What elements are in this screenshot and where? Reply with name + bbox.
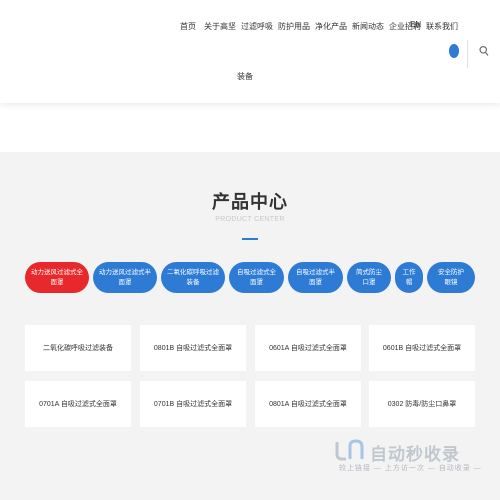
category-label: 安全防护 眼镜 bbox=[438, 268, 464, 286]
product-card[interactable]: 0701A 自吸过滤式全面罩 bbox=[25, 381, 131, 427]
main-nav: 首页 关于高坚 过滤呼吸 防护用品 净化产品 新闻动态 企业招聘 联系我们 EN bbox=[180, 20, 463, 32]
category-tab-safety-glasses[interactable]: 安全防护 眼镜 bbox=[427, 262, 475, 293]
header-divider bbox=[467, 40, 468, 68]
category-tab-dust-mask[interactable]: 简式防尘 口罩 bbox=[347, 262, 391, 293]
search-toggle-icon[interactable] bbox=[449, 44, 459, 58]
category-label: 动力送风过滤式全 面罩 bbox=[31, 268, 83, 286]
category-label: 简式防尘 口罩 bbox=[356, 268, 382, 286]
category-tab-powered-full-mask[interactable]: 动力送风过滤式全 面罩 bbox=[25, 262, 89, 293]
category-label: 二氧化碳呼吸过滤 装备 bbox=[167, 268, 219, 286]
product-card[interactable]: 0601A 自吸过滤式全面罩 bbox=[255, 325, 361, 371]
watermark-text: 自动秒收录 bbox=[370, 445, 460, 464]
category-label: 自吸过滤式全 面罩 bbox=[237, 268, 276, 286]
nav-item-equipment[interactable]: 装备 bbox=[237, 71, 253, 82]
search-icon[interactable] bbox=[479, 45, 489, 57]
product-card[interactable]: 0801A 自吸过滤式全面罩 bbox=[255, 381, 361, 427]
nav-item-home[interactable]: 首页 bbox=[180, 21, 196, 32]
category-tab-co2-filter-equipment[interactable]: 二氧化碳呼吸过滤 装备 bbox=[161, 262, 225, 293]
nav-item-protective-gear[interactable]: 防护用品 bbox=[278, 21, 310, 32]
category-label: 动力送风过滤式半 面罩 bbox=[99, 268, 151, 286]
category-tab-powered-half-mask[interactable]: 动力送风过滤式半 面罩 bbox=[93, 262, 157, 293]
language-switch[interactable]: EN bbox=[410, 20, 421, 29]
section-title: 产品中心 bbox=[212, 192, 288, 212]
watermark-logo-icon bbox=[335, 439, 364, 461]
nav-item-purification[interactable]: 净化产品 bbox=[315, 21, 347, 32]
nav-item-filter-respiratory[interactable]: 过滤呼吸 bbox=[241, 21, 273, 32]
category-tab-self-priming-half-mask[interactable]: 自吸过滤式半 面罩 bbox=[288, 262, 343, 293]
watermark-subtext: 较上链接 — 上方访一次 — 自动收录 — bbox=[339, 465, 482, 472]
nav-item-news[interactable]: 新闻动态 bbox=[352, 21, 384, 32]
section-subtitle: PRODUCT CENTER bbox=[215, 216, 285, 223]
product-card[interactable]: 0801B 自吸过滤式全面罩 bbox=[140, 325, 246, 371]
category-tab-self-priming-full-mask[interactable]: 自吸过滤式全 面罩 bbox=[229, 262, 284, 293]
site-header: 首页 关于高坚 过滤呼吸 防护用品 净化产品 新闻动态 企业招聘 联系我们 EN… bbox=[0, 0, 500, 103]
product-card[interactable]: 0302 防毒/防尘口鼻罩 bbox=[369, 381, 475, 427]
product-card[interactable]: 二氧化碳呼吸过滤装备 bbox=[25, 325, 131, 371]
nav-item-contact[interactable]: 联系我们 bbox=[426, 21, 458, 32]
product-card[interactable]: 0601B 自吸过滤式全面罩 bbox=[369, 325, 475, 371]
category-label: 工作帽 bbox=[402, 268, 416, 286]
category-tab-work-cap[interactable]: 工作帽 bbox=[395, 262, 423, 293]
nav-item-about[interactable]: 关于高坚 bbox=[204, 21, 236, 32]
watermark: 自动秒收录 较上链接 — 上方访一次 — 自动收录 — bbox=[333, 438, 487, 478]
product-card[interactable]: 0701B 自吸过滤式全面罩 bbox=[140, 381, 246, 427]
category-label: 自吸过滤式半 面罩 bbox=[296, 268, 335, 286]
title-underline bbox=[242, 238, 258, 240]
